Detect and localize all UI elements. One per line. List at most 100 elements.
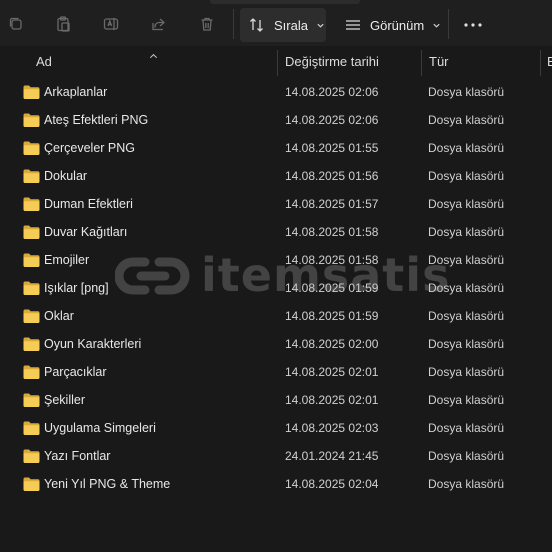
file-type: Dosya klasörü [428,169,505,183]
file-type: Dosya klasörü [428,365,505,379]
rename-icon[interactable] [99,12,123,36]
file-modified-date: 14.08.2025 02:01 [285,365,379,379]
folder-icon [23,85,40,99]
file-row[interactable]: Uygulama Simgeleri 14.08.2025 02:03 Dosya … [0,414,552,442]
sort-label: Sırala [274,17,308,33]
file-name: Şekiller [44,393,85,407]
file-type: Dosya klasörü [428,337,505,351]
file-modified-date: 14.08.2025 02:00 [285,337,379,351]
file-name: Dokular [44,169,88,183]
folder-icon [23,113,40,127]
file-name: Ateş Efektleri PNG [44,113,149,127]
view-label: Görünüm [370,17,425,33]
folder-icon [23,365,40,379]
paste-icon[interactable] [51,12,75,36]
file-modified-date: 14.08.2025 02:03 [285,421,379,435]
delete-icon[interactable] [195,12,219,36]
file-modified-date: 14.08.2025 01:58 [285,225,379,239]
column-divider[interactable] [421,50,422,76]
file-name: Çerçeveler PNG [44,141,135,155]
folder-icon [23,309,40,323]
command-bar: Sırala Görünüm [0,0,552,46]
file-name: Duman Efektleri [44,197,133,211]
file-modified-date: 14.08.2025 01:57 [285,197,379,211]
folder-icon [23,253,40,267]
folder-icon [23,337,40,351]
file-modified-date: 14.08.2025 01:58 [285,253,379,267]
folder-icon [23,477,40,491]
file-row[interactable]: Dokular 14.08.2025 01:56 Dosya klasörü [0,162,552,190]
file-row[interactable]: Yeni Yıl PNG & Theme 14.08.2025 02:04 Dosy… [0,470,552,498]
file-modified-date: 14.08.2025 01:56 [285,169,379,183]
file-type: Dosya klasörü [428,197,505,211]
column-divider[interactable] [540,50,541,76]
file-row[interactable]: Işıklar [png] 14.08.2025 01:59 Dosya klasö… [0,274,552,302]
toolbar-separator [448,9,449,39]
column-name[interactable]: Ad [36,46,274,76]
column-modified[interactable]: Değiştirme tarihi [285,46,419,76]
file-modified-date: 14.08.2025 02:06 [285,113,379,127]
file-row[interactable]: Şekiller 14.08.2025 02:01 Dosya klasörü [0,386,552,414]
file-row[interactable]: Duvar Kağıtları 14.08.2025 01:58 Dosya kla… [0,218,552,246]
file-type: Dosya klasörü [428,281,505,295]
column-type[interactable]: Tür [429,46,537,76]
folder-icon [23,449,40,463]
file-type: Dosya klasörü [428,253,505,267]
file-name: Emojiler [44,253,90,267]
sort-button[interactable]: Sırala [240,8,326,42]
chevron-down-icon [316,21,325,30]
file-type: Dosya klasörü [428,309,505,323]
file-type: Dosya klasörü [428,477,505,491]
file-name: Duvar Kağıtları [44,225,128,239]
copy-icon[interactable] [4,12,28,36]
file-type: Dosya klasörü [428,421,505,435]
file-type: Dosya klasörü [428,393,505,407]
file-row[interactable]: Çerçeveler PNG 14.08.2025 01:55 Dosya klas… [0,134,552,162]
file-row[interactable]: Parçacıklar 14.08.2025 02:01 Dosya klasörü [0,358,552,386]
sort-icon [248,16,266,34]
more-icon[interactable] [456,12,490,38]
file-name: Yeni Yıl PNG & Theme [44,477,171,491]
share-icon[interactable] [147,12,171,36]
file-name: Yazı Fontlar [44,449,111,463]
file-name: Uygulama Simgeleri [44,421,156,435]
file-modified-date: 14.08.2025 01:55 [285,141,379,155]
folder-icon [23,197,40,211]
view-button[interactable]: Görünüm [336,8,440,42]
folder-icon [23,141,40,155]
file-type: Dosya klasörü [428,141,505,155]
file-name: Arkaplanlar [44,85,108,99]
file-modified-date: 14.08.2025 02:01 [285,393,379,407]
file-name: Işıklar [png] [44,281,109,295]
chevron-down-icon [432,21,441,30]
file-type: Dosya klasörü [428,85,505,99]
folder-icon [23,281,40,295]
folder-icon [23,169,40,183]
folder-icon [23,225,40,239]
file-row[interactable]: Yazı Fontlar 24.01.2024 21:45 Dosya klasör… [0,442,552,470]
file-row[interactable]: Arkaplanlar 14.08.2025 02:06 Dosya klasörü [0,78,552,106]
file-type: Dosya klasörü [428,113,505,127]
file-modified-date: 14.08.2025 01:59 [285,281,379,295]
file-row[interactable]: Ateş Efektleri PNG 14.08.2025 02:06 Dosya … [0,106,552,134]
column-header: Ad Değiştirme tarihi Tür B [0,46,552,76]
file-modified-date: 14.08.2025 02:04 [285,477,379,491]
folder-icon [23,421,40,435]
file-type: Dosya klasörü [428,225,505,239]
file-modified-date: 14.08.2025 01:59 [285,309,379,323]
file-modified-date: 14.08.2025 02:06 [285,85,379,99]
file-modified-date: 24.01.2024 21:45 [285,449,379,463]
folder-icon [23,393,40,407]
view-icon [344,16,362,34]
file-row[interactable]: Oklar 14.08.2025 01:59 Dosya klasörü [0,302,552,330]
file-name: Oyun Karakterleri [44,337,142,351]
file-row[interactable]: Duman Efektleri 14.08.2025 01:57 Dosya kla… [0,190,552,218]
toolbar-separator [233,9,234,39]
column-size[interactable]: B [547,46,552,76]
file-row[interactable]: Oyun Karakterleri 14.08.2025 02:00 Dosya k… [0,330,552,358]
file-type: Dosya klasörü [428,449,505,463]
title-bar-edge [210,0,360,4]
column-divider[interactable] [277,50,278,76]
file-row[interactable]: Emojiler 14.08.2025 01:58 Dosya klasörü [0,246,552,274]
file-name: Oklar [44,309,74,323]
